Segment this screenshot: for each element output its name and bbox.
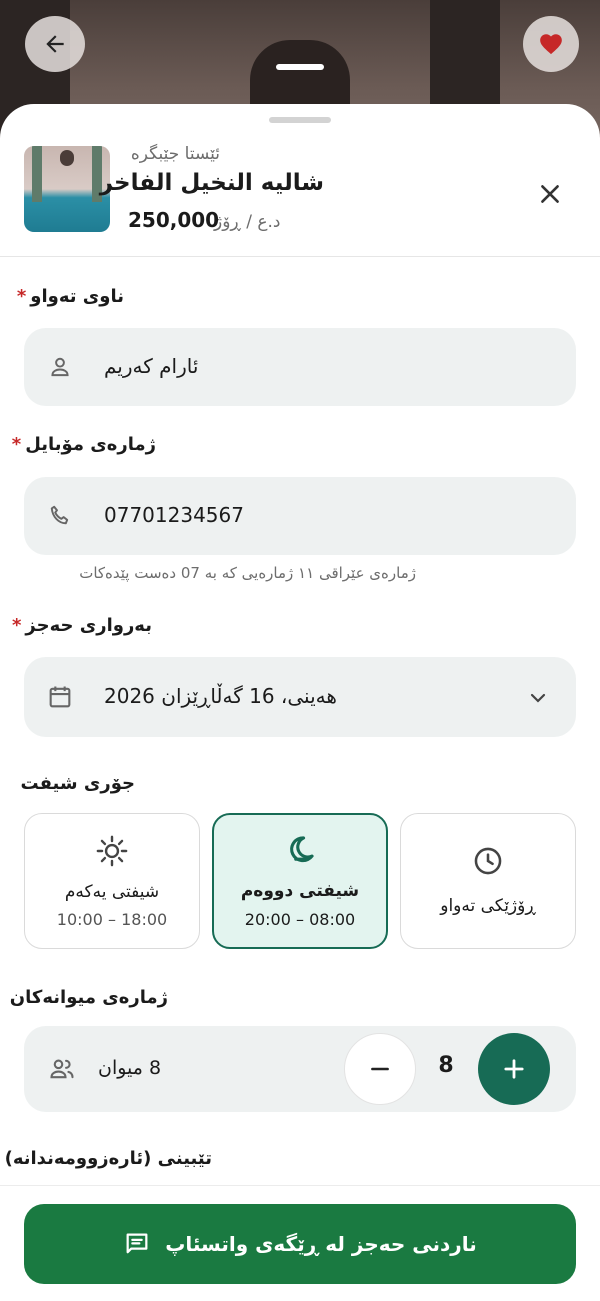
chevron-down-icon[interactable] <box>524 684 552 712</box>
shift-time: 10:00 – 18:00 <box>56 910 168 929</box>
phone-field[interactable]: 07701234567 <box>24 477 576 555</box>
favorite-button[interactable] <box>523 16 579 72</box>
bottom-action-bar: ناردنی حەجز لە ڕێگەی واتسئاپ <box>0 1185 600 1301</box>
shift-name: شیفتی دووەم <box>240 881 360 901</box>
listing-summary: ئێستا جێبگرە شاليه النخيل الفاخر 250,000… <box>0 144 600 256</box>
date-value: هەینی، 16 گەڵاڕێزان 2026 <box>104 684 337 708</box>
guests-count-text: 8 میوان <box>98 1057 162 1079</box>
summary-divider <box>0 256 600 257</box>
date-label: بەرواری حەجز* <box>11 615 152 636</box>
calendar-icon <box>46 683 74 711</box>
listing-thumbnail <box>24 146 110 232</box>
name-input[interactable]: ئارام کەریم <box>104 354 198 378</box>
phone-label: ژمارەی مۆبایل* <box>11 434 156 455</box>
name-field[interactable]: ئارام کەریم <box>24 328 576 406</box>
people-icon <box>48 1055 76 1083</box>
date-field[interactable]: هەینی، 16 گەڵاڕێزان 2026 <box>24 657 576 737</box>
heart-icon <box>540 34 562 55</box>
decrease-guests-button[interactable] <box>344 1033 416 1105</box>
listing-price: 250,000 <box>128 208 220 232</box>
gallery-indicator <box>276 64 324 70</box>
close-icon <box>541 185 559 203</box>
clock-icon <box>401 844 575 878</box>
shift-option-second[interactable]: شیفتی دووەم 20:00 – 08:00 <box>212 813 388 949</box>
back-button[interactable] <box>25 16 85 72</box>
sun-icon <box>25 834 199 868</box>
message-icon <box>123 1230 151 1258</box>
phone-input[interactable]: 07701234567 <box>104 503 244 527</box>
shift-name: ڕۆژێکی تەواو <box>440 896 536 916</box>
shift-label: جۆری شیفت <box>20 773 135 794</box>
close-button[interactable] <box>530 174 570 214</box>
arrow-left-icon <box>46 35 64 53</box>
send-whatsapp-button[interactable]: ناردنی حەجز لە ڕێگەی واتسئاپ <box>24 1204 576 1284</box>
listing-kicker: ئێستا جێبگرە <box>130 144 220 164</box>
sheet-drag-handle[interactable] <box>269 117 331 123</box>
moon-icon <box>214 833 386 867</box>
guests-stepper: 8 میوان 8 <box>24 1026 576 1112</box>
guests-label: ژمارەی میوانەکان <box>9 987 168 1008</box>
phone-hint: ژمارەی عێراقی ١١ ژمارەیی کە بە 07 دەست پ… <box>79 564 416 582</box>
minus-icon <box>371 1067 389 1071</box>
name-label: ناوی تەواو* <box>16 286 124 307</box>
shift-option-fullday[interactable]: ڕۆژێکی تەواو <box>400 813 576 949</box>
shift-option-first[interactable]: شیفتی یەکەم 10:00 – 18:00 <box>24 813 200 949</box>
price-unit: د.ع / ڕۆژ <box>214 212 281 232</box>
person-icon <box>46 353 74 381</box>
guests-count: 8 <box>438 1053 454 1078</box>
shift-name: شیفتی یەکەم <box>64 882 160 902</box>
send-whatsapp-label: ناردنی حەجز لە ڕێگەی واتسئاپ <box>165 1232 477 1256</box>
increase-guests-button[interactable] <box>478 1033 550 1105</box>
notes-label: تێبینی (ئارەزوومەندانە) <box>4 1148 212 1169</box>
phone-icon <box>46 502 74 530</box>
plus-icon <box>504 1059 524 1079</box>
listing-title: شاليه النخيل الفاخر <box>99 170 324 196</box>
shift-time: 20:00 – 08:00 <box>244 910 356 929</box>
booking-sheet: ئێستا جێبگرە شاليه النخيل الفاخر 250,000… <box>0 104 600 1301</box>
